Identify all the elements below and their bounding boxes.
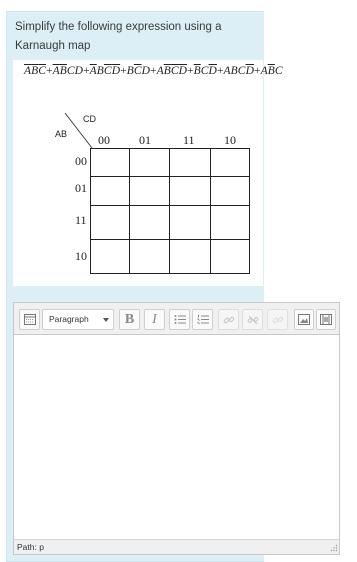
kmap-cell	[211, 240, 249, 273]
kmap-cd-label: CD	[83, 114, 96, 124]
kmap-row-header: 11	[75, 213, 87, 227]
question-text: Simplify the following expression using …	[15, 21, 222, 52]
expression-term: ABCD	[224, 65, 254, 77]
expression-variable: C	[170, 65, 179, 77]
editor-toolbar: Paragraph B I	[14, 303, 339, 335]
chevron-down-icon	[103, 318, 109, 322]
expression-variable: A	[52, 65, 60, 77]
expression-variable: B	[59, 65, 67, 77]
expression-term: ABC	[24, 65, 46, 77]
answer-text-area[interactable]	[14, 336, 339, 541]
expression-variable: B	[193, 65, 201, 77]
expression-variable: C	[103, 65, 112, 77]
kmap-cell	[211, 177, 249, 206]
expression-variable: C	[133, 65, 142, 77]
anchor-icon	[272, 316, 283, 323]
expression-variable: C	[66, 65, 75, 77]
expression-variable: B	[230, 65, 238, 77]
expression-variable: A	[89, 65, 97, 77]
expression-variable: C	[237, 65, 246, 77]
kmap-row-header: 10	[75, 249, 87, 263]
numbered-list-icon	[196, 314, 209, 325]
unlink-icon	[247, 315, 258, 324]
anchor-button[interactable]	[267, 309, 288, 330]
expression-variable: C	[200, 65, 209, 77]
kmap-cell	[211, 206, 249, 240]
expression-variable: B	[267, 65, 275, 77]
plus-operator: +	[83, 65, 90, 77]
paragraph-format-select[interactable]: Paragraph	[42, 309, 114, 330]
expression-variable: D	[178, 65, 188, 77]
plus-operator: +	[46, 65, 53, 77]
media-icon	[320, 314, 332, 325]
expression-variable: D	[245, 65, 254, 77]
kmap-row-header: 00	[75, 154, 87, 168]
expression-variable: C	[38, 65, 47, 77]
italic-icon: I	[152, 311, 157, 327]
kmap-cell	[170, 206, 211, 240]
bullet-list-button[interactable]	[169, 309, 190, 330]
answer-editor: Paragraph B I Path: p	[13, 302, 340, 555]
insert-image-button[interactable]	[294, 309, 314, 330]
bold-button[interactable]: B	[119, 309, 140, 330]
kmap-cell	[91, 240, 130, 273]
expression-variable: B	[163, 65, 171, 77]
expression-term: ABCD	[157, 65, 187, 77]
plus-operator: +	[216, 65, 224, 77]
numbered-list-button[interactable]	[192, 309, 213, 330]
paragraph-format-value: Paragraph	[49, 314, 89, 324]
kmap-col-header: 00	[98, 133, 110, 147]
kmap-cell	[130, 149, 170, 177]
kmap-cell	[170, 240, 211, 273]
expression-variable: A	[260, 65, 268, 77]
kmap-cell	[170, 149, 211, 177]
expression-variable: D	[208, 65, 217, 77]
bullet-list-icon	[174, 315, 186, 324]
unlink-button[interactable]	[242, 309, 263, 330]
expression-variable: A	[223, 65, 231, 77]
italic-button[interactable]: I	[144, 309, 165, 330]
plus-operator: +	[187, 65, 194, 77]
kmap-ab-label: AB	[55, 129, 68, 139]
kmap-cell	[130, 240, 170, 273]
toolbar-toggle-button[interactable]	[19, 309, 40, 330]
link-button[interactable]	[218, 309, 239, 330]
expression-variable: B	[96, 65, 104, 77]
kmap-cell	[211, 149, 249, 177]
expression-term: BCD	[194, 65, 217, 77]
expression-variable: D	[111, 65, 121, 77]
expression-term: ABC	[261, 65, 283, 77]
kmap-col-header: 11	[183, 133, 195, 147]
link-icon	[223, 316, 234, 323]
image-icon	[298, 314, 310, 325]
plus-operator: +	[253, 65, 261, 77]
kmap-cell	[130, 177, 170, 206]
expression-term: ABCD	[90, 65, 120, 77]
editor-status-bar: Path: p	[14, 539, 339, 554]
toolbar-toggle-icon	[23, 314, 36, 325]
boolean-expression: ABC+ABCD+ABCD+BCD+ABCD+BCD+ABCD+ABC	[24, 65, 283, 77]
bold-icon: B	[124, 311, 135, 327]
plus-operator: +	[120, 65, 127, 77]
element-path[interactable]: Path: p	[17, 542, 44, 552]
kmap-col-header: 01	[139, 133, 151, 147]
kmap-cell	[91, 206, 130, 240]
kmap-cell	[91, 149, 130, 177]
expression-term: ABCD	[53, 65, 83, 77]
kmap-row-header: 01	[75, 181, 87, 195]
expression-variable: D	[141, 65, 150, 77]
kmap-cell	[170, 177, 211, 206]
kmap-cell	[91, 177, 130, 206]
kmap-grid	[90, 148, 250, 274]
insert-media-button[interactable]	[316, 309, 336, 330]
resize-grip-icon[interactable]	[329, 544, 338, 553]
expression-variable: C	[274, 65, 283, 77]
expression-variable: B	[126, 65, 134, 77]
expression-term: BCD	[127, 65, 150, 77]
plus-operator: +	[150, 65, 157, 77]
expression-variable: D	[74, 65, 84, 77]
kmap-cell	[130, 206, 170, 240]
expression-variable: A	[156, 65, 164, 77]
kmap-col-header: 10	[224, 133, 236, 147]
